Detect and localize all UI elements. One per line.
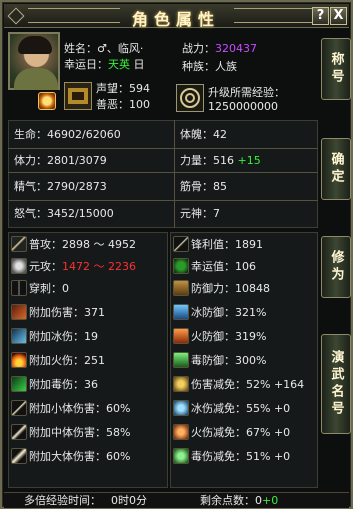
luck-row: 幸运值：106 xyxy=(191,260,256,273)
poison-defense-row: 毒防御：300% xyxy=(191,354,267,367)
upgrade-label: 升级所需经验： xyxy=(208,86,285,99)
sharpness-row: 锋利值：1891 xyxy=(191,238,263,251)
stamina-value: 2801/3079 xyxy=(47,154,107,167)
reputation-row: 声望：594 xyxy=(96,82,150,95)
confirm-button[interactable]: 确定 xyxy=(321,138,351,200)
rage-row: 怒气：3452/15000 xyxy=(14,207,114,220)
karma-row: 善恶：100 xyxy=(96,98,150,111)
extra-ice-row: 附加冰伤：19 xyxy=(29,330,98,343)
poison-reduction-row: 毒伤减免：51% +0 xyxy=(191,450,291,463)
character-name: ♂、临风· xyxy=(97,42,144,55)
small-dmg-icon xyxy=(11,400,27,416)
fire-reduce-icon xyxy=(173,424,189,440)
medium-body-damage-row: 附加中体伤害：58% xyxy=(29,426,131,439)
power-value: 320437 xyxy=(215,42,257,55)
multi-exp-value: 0时0分 xyxy=(111,494,147,507)
fortune-value: 天英 xyxy=(108,58,130,71)
constitution-row: 筋骨：85 xyxy=(180,180,227,193)
defense-row: 防御力：10848 xyxy=(191,282,270,295)
shield-icon xyxy=(173,280,189,296)
fire-def-icon xyxy=(173,328,189,344)
power-row: 战力：320437 xyxy=(182,42,257,55)
title-bar[interactable]: 角色属性 ? X xyxy=(4,4,349,29)
flame-dmg-icon xyxy=(11,352,27,368)
window-title: 角色属性 xyxy=(131,10,220,29)
hp-row: 生命：46902/62060 xyxy=(14,128,121,141)
spirit-row: 元神：7 xyxy=(180,207,220,220)
fortune-row: 幸运日：天英 日 xyxy=(64,58,145,71)
character-attributes-window: 角色属性 ? X 姓名：♂、临风· 幸运日：天英 日 战力：320437 种族：… xyxy=(0,0,353,509)
race-row: 种族：人族 xyxy=(182,60,237,73)
poison-dmg-icon xyxy=(11,376,27,392)
essence-row: 精气：2790/2873 xyxy=(14,180,107,193)
martial-title-button[interactable]: 演武名号 xyxy=(321,334,351,434)
karma-value: 100 xyxy=(129,98,150,111)
pierce-row: 穿刺：0 xyxy=(29,282,69,295)
dmg-reduce-icon xyxy=(173,376,189,392)
remaining-points-row: 剩余点数：0+0 xyxy=(200,494,279,507)
sharpness-icon xyxy=(173,236,189,252)
hp-value: 46902/62060 xyxy=(47,128,121,141)
ice-reduction-row: 冰伤减免：55% +0 xyxy=(191,402,291,415)
large-dmg-icon xyxy=(11,448,27,464)
upgrade-value: 1250000000 xyxy=(208,100,278,113)
essence-value: 2790/2873 xyxy=(47,180,107,193)
element-attack-row: 元攻：1472 ～ 2236 xyxy=(29,260,136,273)
poison-reduce-icon xyxy=(173,448,189,464)
physique-row: 体魄：42 xyxy=(180,128,227,141)
fire-defense-row: 火防御：319% xyxy=(191,330,267,343)
damage-reduction-row: 伤害减免：52% +164 xyxy=(191,378,305,391)
ice-dmg-icon xyxy=(11,328,27,344)
close-button[interactable]: X xyxy=(330,7,347,25)
extra-damage-row: 附加伤害：371 xyxy=(29,306,105,319)
character-portrait xyxy=(8,32,60,90)
ice-defense-row: 冰防御：321% xyxy=(191,306,267,319)
fire-reduction-row: 火伤减免：67% +0 xyxy=(191,426,291,439)
stamina-row: 体力：2801/3079 xyxy=(14,154,107,167)
reputation-icon xyxy=(64,82,92,110)
help-button[interactable]: ? xyxy=(312,7,329,25)
cultivation-button[interactable]: 修为 xyxy=(321,236,351,298)
title-button[interactable]: 称号 xyxy=(321,38,351,100)
sword-icon xyxy=(11,236,27,252)
remaining-points-value: 0 xyxy=(255,494,262,507)
clover-icon xyxy=(173,258,189,274)
ice-def-icon xyxy=(173,304,189,320)
poison-def-icon xyxy=(173,352,189,368)
extra-fire-row: 附加火伤：251 xyxy=(29,354,105,367)
faction-gem-icon xyxy=(38,92,56,110)
name-row: 姓名：♂、临风· xyxy=(64,42,144,55)
small-body-damage-row: 附加小体伤害：60% xyxy=(29,402,131,415)
reputation-value: 594 xyxy=(129,82,150,95)
medium-dmg-icon xyxy=(11,424,27,440)
footer-bar: 多倍经验时间： 0时0分 剩余点数：0+0 xyxy=(4,492,349,508)
ice-reduce-icon xyxy=(173,400,189,416)
orb-icon xyxy=(11,258,27,274)
spiral-icon xyxy=(176,84,204,112)
title-ornament-left xyxy=(28,8,120,23)
pierce-icon xyxy=(11,280,27,296)
large-body-damage-row: 附加大体伤害：60% xyxy=(29,450,131,463)
multi-exp-row: 多倍经验时间： 0时0分 xyxy=(24,494,147,507)
race-value: 人族 xyxy=(215,60,237,73)
extra-poison-row: 附加毒伤：36 xyxy=(29,378,98,391)
normal-attack-row: 普攻：2898 ～ 4952 xyxy=(29,238,136,251)
rage-value: 3452/15000 xyxy=(47,207,114,220)
strength-row: 力量：516 +15 xyxy=(180,154,261,167)
title-gem-icon xyxy=(7,7,25,25)
fire-dmg-icon xyxy=(11,304,27,320)
